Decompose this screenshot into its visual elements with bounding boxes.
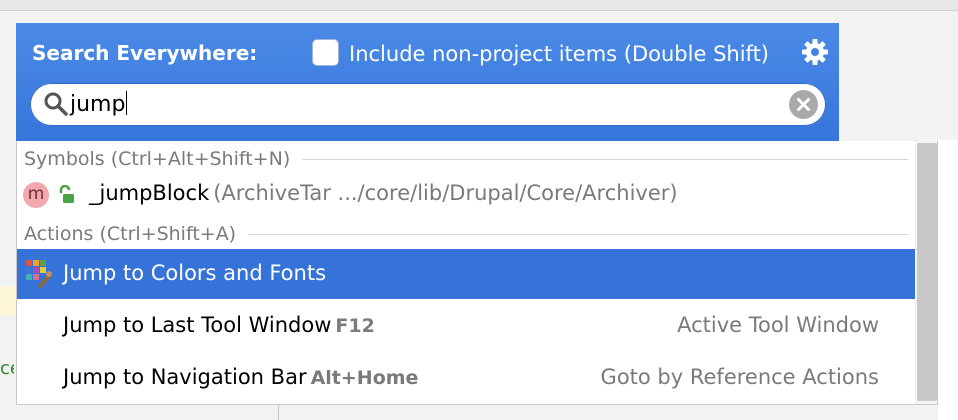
divider — [302, 158, 908, 160]
close-icon — [797, 98, 810, 111]
text-caret — [126, 91, 128, 115]
search-input[interactable]: jump — [70, 91, 128, 117]
editor-gutter-text: ce — [0, 358, 14, 379]
action-label: Jump to Navigation Bar Alt+Home — [63, 365, 418, 389]
symbol-name: _jumpBlock — [89, 181, 210, 205]
list-item-symbol[interactable]: m _jumpBlock (ArchiveTar .../core/lib/Dru… — [17, 179, 915, 215]
clear-search-button[interactable] — [789, 90, 818, 119]
search-everywhere-popup: Search Everywhere: Include non-project i… — [16, 23, 839, 141]
action-category: Goto by Reference Actions — [600, 365, 879, 389]
search-input-value: jump — [70, 92, 126, 117]
list-item-action[interactable]: Jump to Colors and Fonts — [17, 249, 937, 299]
action-name: Jump to Colors and Fonts — [63, 261, 327, 285]
action-category: Active Tool Window — [677, 313, 879, 337]
scrollbar-thumb[interactable] — [917, 143, 937, 401]
action-shortcut: F12 — [335, 315, 375, 337]
include-non-project-label[interactable]: Include non-project items (Double Shift) — [349, 42, 769, 66]
symbol-label: _jumpBlock (ArchiveTar .../core/lib/Drupa… — [89, 181, 678, 205]
editor-highlight-left — [0, 286, 16, 316]
results-list: Symbols (Ctrl+Alt+Shift+N) m _jumpBlock(… — [16, 141, 938, 405]
list-item-action[interactable]: Jump to Last Tool Window F12 Active Tool … — [17, 301, 915, 351]
editor-divider — [278, 405, 279, 420]
action-shortcut: Alt+Home — [310, 367, 419, 389]
editor-area-right — [938, 140, 958, 420]
search-icon — [43, 91, 69, 117]
gear-icon[interactable] — [800, 37, 830, 67]
include-non-project-checkbox[interactable] — [312, 39, 339, 66]
group-header-label: Symbols (Ctrl+Alt+Shift+N) — [24, 148, 291, 170]
action-label: Jump to Last Tool Window F12 — [63, 313, 375, 337]
unlocked-icon — [57, 184, 77, 205]
method-badge-icon: m — [23, 182, 49, 208]
group-header-actions: Actions (Ctrl+Shift+A) — [24, 219, 914, 249]
group-header-symbols: Symbols (Ctrl+Alt+Shift+N) — [24, 144, 914, 174]
list-item-action[interactable]: Jump to Navigation Bar Alt+Home Goto by R… — [17, 353, 915, 403]
action-name: Jump to Navigation Bar — [63, 365, 307, 389]
symbol-location: (ArchiveTar .../core/lib/Drupal/Core/Arc… — [213, 181, 678, 205]
ide-top-bar — [0, 0, 958, 11]
divider — [248, 233, 908, 235]
search-field[interactable]: jump — [30, 83, 826, 126]
color-palette-icon — [25, 259, 55, 289]
group-header-label: Actions (Ctrl+Shift+A) — [24, 223, 237, 245]
popup-title: Search Everywhere: — [32, 41, 258, 65]
action-name: Jump to Last Tool Window — [63, 313, 332, 337]
